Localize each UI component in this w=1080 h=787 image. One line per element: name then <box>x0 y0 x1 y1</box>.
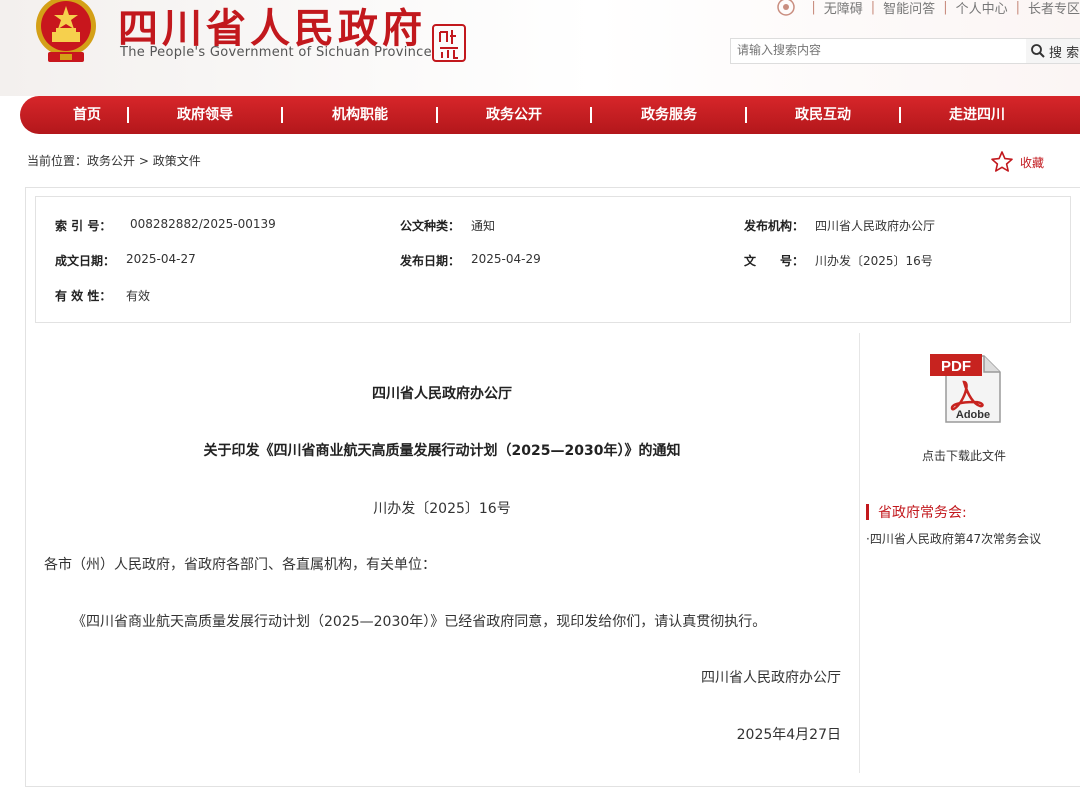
download-file-link[interactable]: 点击下载此文件 <box>860 447 1068 464</box>
pdf-download-icon[interactable]: PDF Adobe <box>928 352 1004 426</box>
national-emblem-icon <box>36 0 96 62</box>
personal-center-link[interactable]: 个人中心 <box>956 0 1008 17</box>
weibo-icon[interactable] <box>777 0 796 16</box>
search-button[interactable]: 搜 索 <box>1026 38 1080 64</box>
nav-separator <box>436 107 438 123</box>
search-input[interactable] <box>731 39 1023 61</box>
star-icon <box>991 151 1013 172</box>
favorite-label: 收藏 <box>1020 155 1045 170</box>
nav-item-home[interactable]: 首页 <box>73 96 101 134</box>
created-date-label: 成文日期： <box>55 254 116 268</box>
doc-number-value: 川办发〔2025〕16号 <box>815 254 933 268</box>
site-header: 四川省人民政府 The People's Government of Sichu… <box>0 0 1080 96</box>
nav-separator <box>590 107 592 123</box>
document-title: 关于印发《四川省商业航天高质量发展行动计划（2025—2030年）》的通知 <box>203 443 681 459</box>
index-value: 008282882/2025-00139 <box>130 217 276 231</box>
favorite-button[interactable]: 收藏 <box>990 150 1044 174</box>
publisher-value: 四川省人民政府办公厅 <box>815 219 936 233</box>
link-separator: | <box>870 0 876 15</box>
doc-type-label: 公文种类： <box>400 219 461 233</box>
column-divider <box>859 333 860 773</box>
sichuan-seal-icon <box>432 24 466 62</box>
publisher-label: 发布机构： <box>744 219 805 233</box>
pdf-badge-text: PDF <box>941 358 971 375</box>
document-meta: 索 引 号： 008282882/2025-00139 公文种类： 通知 发布机… <box>35 196 1071 323</box>
site-subtitle: The People's Government of Sichuan Provi… <box>120 45 432 60</box>
main-nav: 首页 政府领导 机构职能 政务公开 政务服务 政民互动 走进四川 <box>20 96 1080 134</box>
top-links: | 无障碍 | 智能问答 | 个人中心 | 长者专区 <box>777 0 1080 17</box>
breadcrumb-path[interactable]: 政务公开 > 政策文件 <box>87 154 201 168</box>
document-issuer: 四川省人民政府办公厅 <box>372 386 512 402</box>
document-signer: 四川省人民政府办公厅 <box>701 670 841 686</box>
doc-type-value: 通知 <box>471 219 496 233</box>
search-icon <box>1031 44 1045 58</box>
search-box <box>730 38 1028 64</box>
accessibility-link[interactable]: 无障碍 <box>824 0 863 17</box>
link-separator: | <box>811 0 816 15</box>
pdf-brand-text: Adobe <box>956 409 990 421</box>
sidebar-link-47th-meeting[interactable]: ·四川省人民政府第47次常务会议 <box>866 530 1041 547</box>
link-separator: | <box>943 0 948 15</box>
breadcrumb-prefix: 当前位置： <box>27 154 88 168</box>
nav-separator <box>127 107 129 123</box>
published-date-value: 2025-04-29 <box>471 252 541 266</box>
nav-item-agencies[interactable]: 机构职能 <box>332 96 388 134</box>
nav-item-gov-affairs[interactable]: 政务公开 <box>486 96 542 134</box>
nav-item-interaction[interactable]: 政民互动 <box>795 96 851 134</box>
nav-separator <box>281 107 283 123</box>
sidebar-section-title: 省政府常务会: <box>866 502 967 522</box>
doc-number-label: 文 号： <box>744 254 805 268</box>
document-date: 2025年4月27日 <box>736 727 841 743</box>
nav-item-leaders[interactable]: 政府领导 <box>177 96 233 134</box>
document-number: 川办发〔2025〕16号 <box>373 501 511 517</box>
nav-item-about-sichuan[interactable]: 走进四川 <box>949 96 1005 134</box>
link-separator: | <box>1015 0 1020 15</box>
senior-zone-link[interactable]: 长者专区 <box>1028 0 1080 17</box>
document-body: 《四川省商业航天高质量发展行动计划（2025—2030年）》已经省政府同意，现印… <box>72 614 767 630</box>
validity-value: 有效 <box>126 289 151 303</box>
created-date-value: 2025-04-27 <box>126 252 196 266</box>
nav-item-services[interactable]: 政务服务 <box>641 96 697 134</box>
nav-separator <box>745 107 747 123</box>
validity-label: 有 效 性： <box>55 289 112 303</box>
index-label: 索 引 号： <box>55 219 112 233</box>
published-date-label: 发布日期： <box>400 254 461 268</box>
breadcrumb: 当前位置：政务公开 > 政策文件 <box>27 152 201 169</box>
nav-separator <box>899 107 901 123</box>
smart-qa-link[interactable]: 智能问答 <box>883 0 935 17</box>
search-button-label: 搜 索 <box>1049 45 1080 61</box>
document-addressee: 各市（州）人民政府，省政府各部门、各直属机构，有关单位： <box>44 557 436 573</box>
